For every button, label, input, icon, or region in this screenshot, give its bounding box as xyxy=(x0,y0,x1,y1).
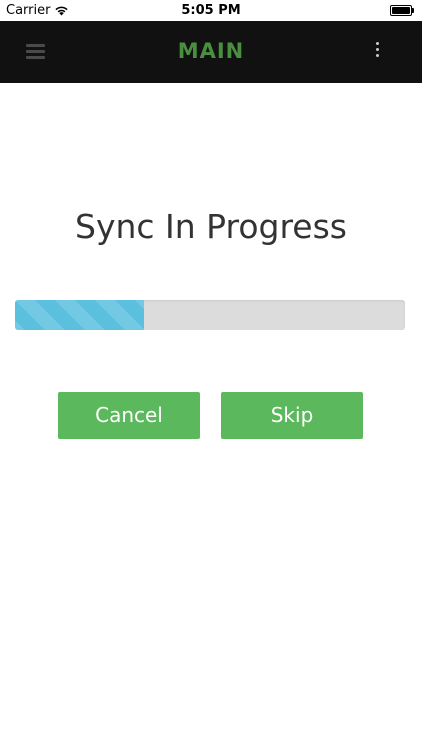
battery-body xyxy=(390,5,412,16)
battery-fill xyxy=(392,7,410,14)
skip-button[interactable]: Skip xyxy=(221,392,363,439)
more-vertical-icon xyxy=(375,42,379,60)
overflow-menu-button[interactable] xyxy=(362,39,392,65)
battery-icon xyxy=(390,5,414,16)
app-header: MAIN xyxy=(0,21,422,83)
sync-progress-bar xyxy=(15,300,405,330)
sync-status-heading: Sync In Progress xyxy=(75,207,347,246)
cancel-button[interactable]: Cancel xyxy=(58,392,200,439)
status-bar: Carrier 5:05 PM xyxy=(0,0,422,21)
status-time: 5:05 PM xyxy=(181,3,241,18)
sync-progress-fill xyxy=(15,300,144,330)
battery-tip xyxy=(412,8,414,13)
page-title: MAIN xyxy=(177,39,245,63)
